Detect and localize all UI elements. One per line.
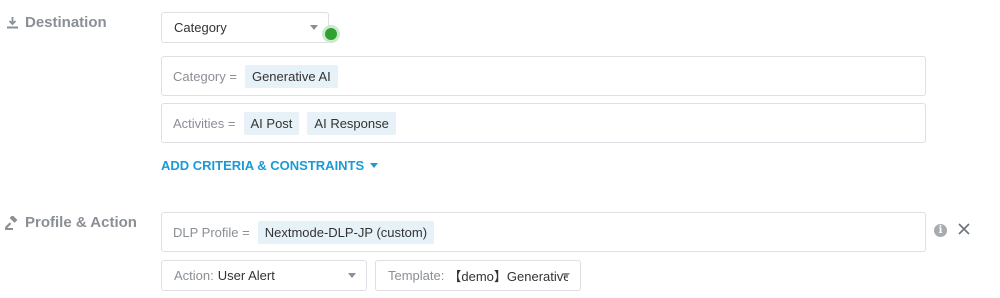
destination-section-label: Destination	[5, 14, 107, 31]
destination-label: Destination	[25, 14, 107, 31]
dlp-profile-label: DLP Profile =	[173, 224, 250, 240]
gavel-icon	[5, 215, 19, 230]
download-icon	[5, 16, 19, 30]
action-select-value: User Alert	[217, 268, 275, 283]
dlp-profile-chip[interactable]: Nextmode-DLP-JP (custom)	[257, 220, 435, 244]
destination-type-select[interactable]: Category	[161, 12, 329, 43]
criteria-chip[interactable]: Generative AI	[244, 64, 338, 88]
template-select[interactable]: Template: 【demo】Generative	[375, 260, 581, 291]
close-icon[interactable]	[955, 220, 973, 238]
destination-type-value: Category	[174, 20, 227, 35]
criteria-label: Category =	[173, 68, 237, 84]
template-select-label: Template:	[388, 268, 445, 283]
chevron-down-icon	[370, 163, 379, 168]
criteria-chip[interactable]: AI Response	[307, 111, 396, 135]
action-select-label: Action:	[174, 268, 214, 283]
info-icon[interactable]: i	[934, 224, 947, 237]
profile-action-label: Profile & Action	[25, 214, 137, 231]
chevron-down-icon	[348, 273, 356, 278]
criteria-label: Activities =	[173, 115, 236, 131]
chevron-down-icon	[310, 25, 318, 30]
dlp-profile-field[interactable]: DLP Profile = Nextmode-DLP-JP (custom)	[161, 212, 926, 252]
profile-action-section-label: Profile & Action	[5, 214, 137, 231]
criteria-chip[interactable]: AI Post	[243, 111, 300, 135]
add-criteria-button[interactable]: ADD CRITERIA & CONSTRAINTS	[161, 158, 379, 173]
chevron-down-icon	[562, 273, 570, 278]
add-criteria-label: ADD CRITERIA & CONSTRAINTS	[161, 158, 365, 173]
template-select-value: 【demo】Generative	[448, 269, 568, 284]
action-select[interactable]: Action: User Alert	[161, 260, 367, 291]
criteria-activities[interactable]: Activities = AI Post AI Response	[161, 103, 926, 143]
criteria-category[interactable]: Category = Generative AI	[161, 56, 926, 96]
status-dot-icon	[322, 25, 340, 43]
